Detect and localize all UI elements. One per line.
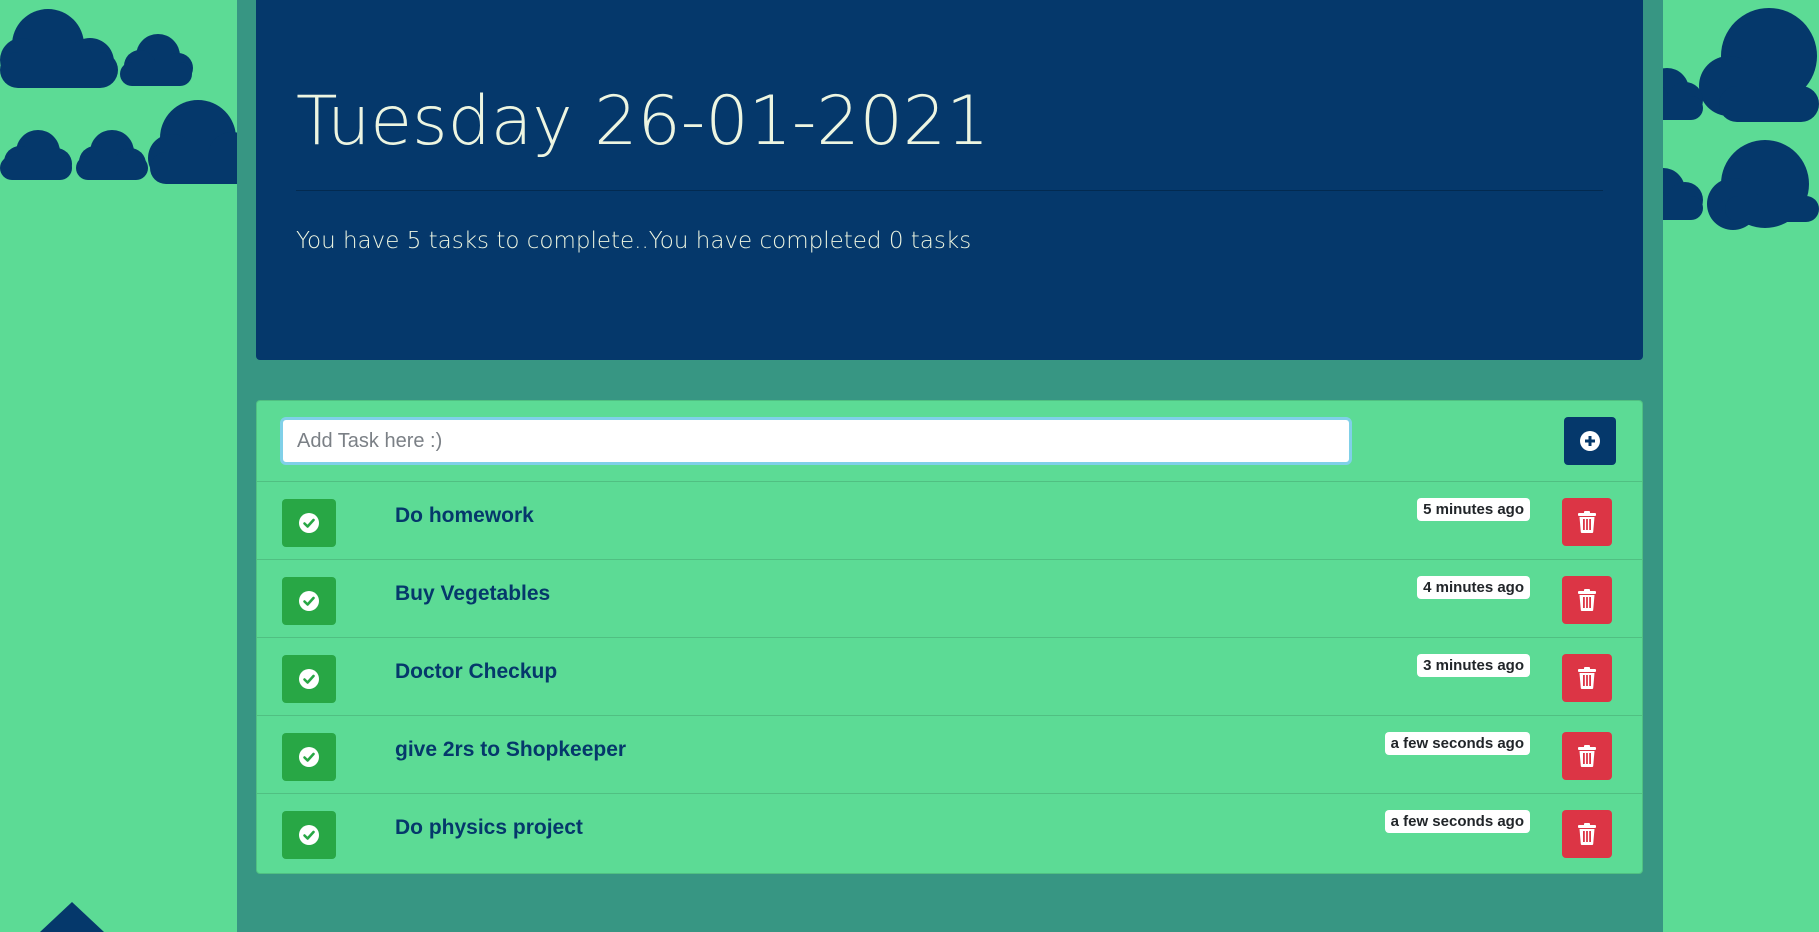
task-time-badge: 4 minutes ago <box>1417 576 1530 599</box>
task-name: Buy Vegetables <box>395 582 551 605</box>
header-jumbotron: Tuesday 26-01-2021 You have 5 tasks to c… <box>256 0 1643 360</box>
task-name: give 2rs to Shopkeeper <box>395 738 627 761</box>
task-row: Do physics project a few seconds ago <box>257 794 1642 872</box>
trash-icon <box>1578 745 1596 767</box>
task-time-badge: a few seconds ago <box>1384 732 1530 755</box>
add-task-row <box>257 401 1642 482</box>
complete-task-button[interactable] <box>282 577 336 625</box>
task-time-badge: 5 minutes ago <box>1417 498 1530 521</box>
task-row: Do homework 5 minutes ago <box>257 482 1642 560</box>
task-row: Doctor Checkup 3 minutes ago <box>257 638 1642 716</box>
complete-task-button[interactable] <box>282 655 336 703</box>
task-row: give 2rs to Shopkeeper a few seconds ago <box>257 716 1642 794</box>
clouds-decoration-left <box>0 9 260 184</box>
task-list: Do homework 5 minutes ago Buy Vegetables… <box>257 482 1642 872</box>
plus-circle-icon <box>1580 431 1600 451</box>
task-name: Doctor Checkup <box>395 660 558 683</box>
complete-task-button[interactable] <box>282 811 336 859</box>
check-circle-icon <box>299 513 319 533</box>
task-list-card: Do homework 5 minutes ago Buy Vegetables… <box>256 400 1643 874</box>
delete-task-button[interactable] <box>1562 810 1612 858</box>
complete-task-button[interactable] <box>282 499 336 547</box>
trash-icon <box>1578 589 1596 611</box>
trash-icon <box>1578 511 1596 533</box>
check-circle-icon <box>299 591 319 611</box>
delete-task-button[interactable] <box>1562 576 1612 624</box>
task-name: Do homework <box>395 504 534 527</box>
delete-task-button[interactable] <box>1562 732 1612 780</box>
add-task-input[interactable] <box>280 417 1352 465</box>
page-title: Tuesday 26-01-2021 <box>296 82 990 161</box>
delete-task-button[interactable] <box>1562 498 1612 546</box>
task-time-badge: 3 minutes ago <box>1417 654 1530 677</box>
check-circle-icon <box>299 747 319 767</box>
task-row: Buy Vegetables 4 minutes ago <box>257 560 1642 638</box>
check-circle-icon <box>299 669 319 689</box>
add-task-button[interactable] <box>1564 417 1616 465</box>
trash-icon <box>1578 667 1596 689</box>
todo-panel: Tuesday 26-01-2021 You have 5 tasks to c… <box>237 0 1663 932</box>
task-summary: You have 5 tasks to complete..You have c… <box>296 228 972 254</box>
trash-icon <box>1578 823 1596 845</box>
header-divider <box>296 190 1603 191</box>
task-time-badge: a few seconds ago <box>1384 810 1530 833</box>
complete-task-button[interactable] <box>282 733 336 781</box>
check-circle-icon <box>299 825 319 845</box>
delete-task-button[interactable] <box>1562 654 1612 702</box>
task-name: Do physics project <box>395 816 583 839</box>
